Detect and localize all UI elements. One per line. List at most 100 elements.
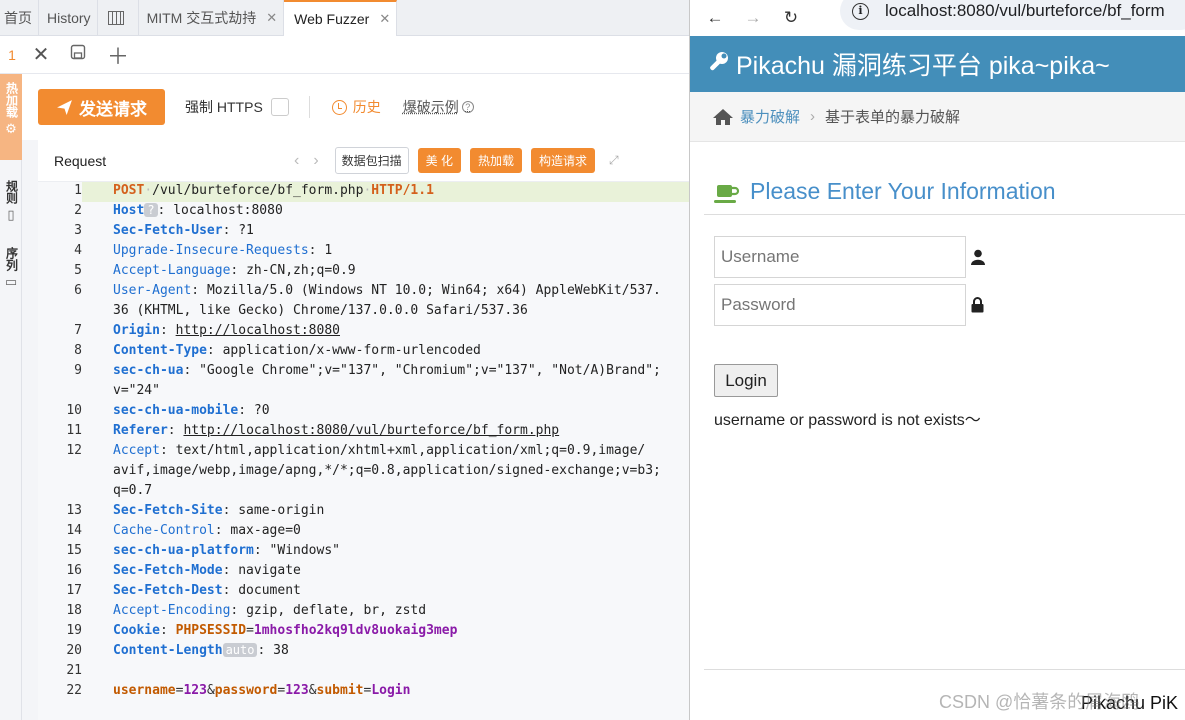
save-icon[interactable] [58,44,98,65]
breadcrumb-link[interactable]: 暴力破解 [740,106,800,127]
tab-web-fuzzer[interactable]: Web Fuzzer ✕ [284,0,398,36]
close-icon[interactable]: ✕ [379,11,390,27]
prev-arrow-icon[interactable]: ‹ [294,152,299,170]
hotload-button[interactable]: 热加载 [470,148,523,173]
packet-scan-button[interactable]: 数据包扫描 [334,147,409,174]
tab-history[interactable]: History [39,0,98,36]
header-line: Content-Length auto: 38 [113,643,289,658]
sidebar-item-sequence[interactable]: 序列 ▭ [0,239,22,296]
header-name: Content-Type [113,343,207,358]
url-text: localhost:8080/vul/burteforce/bf_form [885,1,1165,20]
divider [704,214,1185,215]
line-number: 6 [74,283,82,298]
home-icon[interactable] [712,108,734,126]
tab-home[interactable]: 首页 [0,0,39,36]
header-line: Origin: http://localhost:8080 [113,323,340,338]
header-name: Sec-Fetch-User [113,223,223,238]
layers-icon: ▭ [4,274,18,289]
login-button[interactable]: Login [714,364,778,397]
info-icon[interactable]: i [852,2,869,20]
user-icon [971,249,985,265]
history-button[interactable]: 历史 [331,97,381,117]
tab-label: MITM 交互式劫持 [146,10,257,26]
grid-icon [107,11,124,25]
forward-arrow-icon[interactable]: → [740,8,766,28]
header-name: sec-ch-ua [113,363,184,378]
tab-mitm[interactable]: MITM 交互式劫持 ✕ [139,0,285,36]
header-name: Accept [113,443,160,458]
bruteforce-example-link[interactable]: 爆破示例? [403,97,474,117]
header-name: Origin [113,323,160,338]
line-number: 13 [66,503,82,518]
http-method: POST [113,183,145,198]
reload-icon[interactable]: ↻ [778,8,804,28]
password-input[interactable] [714,284,966,326]
sidebar-item-rules[interactable]: 规则 ▯ [0,172,22,229]
header-value: text/html,application/xhtml+xml,applicat… [175,443,646,458]
clipboard-icon: ▯ [7,207,15,222]
body-param-name: submit [316,683,364,698]
request-body: username=123&password=123&submit=Login [113,683,411,698]
header-line: Sec-Fetch-Dest: document [113,583,301,598]
coffee-icon [714,182,740,203]
header-value: 36 (KHTML, like Gecko) Chrome/137.0.0.0 … [113,303,528,318]
force-https-checkbox[interactable] [270,98,289,116]
header-badge[interactable]: ? [144,203,158,217]
line-number: 3 [74,223,82,238]
close-icon[interactable]: ✕ [24,42,58,67]
header-value: localhost:8080 [173,203,283,218]
line-number: 15 [66,543,82,558]
line-number: 17 [66,583,82,598]
header-name: Sec-Fetch-Dest [113,583,223,598]
clock-icon [331,99,347,115]
header-line: q=0.7 [113,483,152,498]
header-value: avif,image/webp,image/apng,*/*;q=0.8,app… [113,463,661,478]
header-name: Accept-Language [113,263,231,278]
expand-icon[interactable]: ⤢ [609,153,619,168]
header-line: Accept: text/html,application/xhtml+xml,… [113,443,646,458]
header-line: Cache-Control: max-age=0 [113,523,301,538]
line-number: 7 [74,323,82,338]
header-line: v="24" [113,383,160,398]
beautify-button[interactable]: 美 化 [417,148,462,173]
username-input[interactable] [714,236,966,278]
add-icon[interactable]: ＋ [98,39,138,71]
request-path: /vul/burteforce/bf_form.php [152,183,364,198]
header-value: navigate [238,563,301,578]
next-arrow-icon[interactable]: › [313,152,318,170]
form-title: Please Enter Your Information [714,178,1056,205]
construct-request-button[interactable]: 构造请求 [531,148,596,173]
line-number: 19 [66,623,82,638]
back-arrow-icon[interactable]: ← [702,8,728,28]
tab-grid[interactable] [98,0,139,36]
subtab-index[interactable]: 1 [0,47,24,63]
request-editor[interactable]: 1 POST·/vul/burteforce/bf_form.php·HTTP/… [38,182,690,720]
header-badge[interactable]: auto [222,643,258,657]
header-name: sec-ch-ua-mobile [113,403,239,418]
body-param-name: username [113,683,176,698]
header-value: ?0 [253,403,270,418]
header-value: "Google Chrome";v="137", "Chromium";v="1… [199,363,661,378]
line-number: 11 [66,423,82,438]
login-message: username or password is not exists～ [714,412,981,429]
line-number: 21 [66,663,82,678]
body-param-value: 123 [183,683,207,698]
send-icon [57,99,72,115]
close-icon[interactable]: ✕ [266,10,277,26]
header-value: PHPSESSID=1mhosfho2kq9ldv8uokaig3mep [175,623,458,638]
header-name: Upgrade-Insecure-Requests [113,243,309,258]
line-number: 2 [74,203,82,218]
http-version: HTTP/1.1 [371,183,434,198]
tab-label: 首页 [4,10,32,26]
header-value: application/x-www-form-urlencoded [222,343,481,358]
form-title-text: Please Enter Your Information [750,178,1056,204]
header-name: Accept-Encoding [113,603,231,618]
sidebar-item-label: 规则 [4,180,19,204]
wrench-icon [708,50,730,78]
line-number: 22 [66,683,82,698]
send-request-button[interactable]: 发送请求 [38,89,165,125]
line-number: 14 [66,523,82,538]
address-bar[interactable]: i localhost:8080/vul/burteforce/bf_form [840,0,1185,30]
sidebar-item-label: 序列 [4,247,19,271]
sidebar-item-hotload[interactable]: 热加载 ⚙ [0,74,22,160]
